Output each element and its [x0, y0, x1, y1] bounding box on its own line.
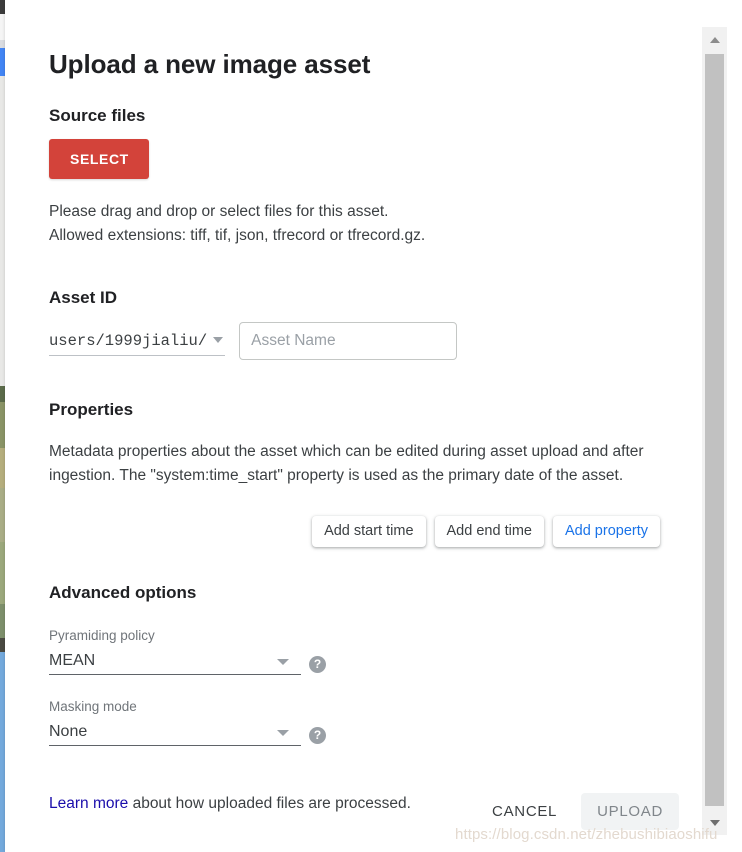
scroll-up-button[interactable] [702, 27, 727, 52]
advanced-options-heading: Advanced options [49, 583, 197, 602]
pyramiding-policy-label: Pyramiding policy [49, 628, 155, 643]
dialog-content: Upload a new image asset Source files SE… [49, 0, 679, 815]
select-files-button[interactable]: SELECT [49, 139, 149, 179]
chevron-down-icon [277, 730, 289, 736]
upload-button[interactable]: UPLOAD [581, 793, 679, 830]
asset-id-prefix-label: users/1999jialiu/ [49, 331, 208, 350]
asset-name-input[interactable] [239, 322, 458, 360]
pyramiding-policy-select[interactable]: MEAN [49, 647, 301, 675]
dialog-actions: CANCEL UPLOAD [5, 793, 702, 830]
vertical-scrollbar[interactable] [697, 0, 742, 852]
help-icon[interactable]: ? [309, 656, 326, 673]
asset-id-prefix-dropdown[interactable]: users/1999jialiu/ [49, 326, 226, 356]
upload-asset-dialog: Upload a new image asset Source files SE… [5, 0, 742, 852]
add-property-button[interactable]: Add property [552, 516, 660, 547]
chevron-down-icon [277, 659, 289, 665]
masking-mode-label: Masking mode [49, 699, 137, 714]
masking-mode-select[interactable]: None [49, 718, 301, 746]
chevron-down-icon [213, 337, 224, 343]
scroll-down-button[interactable] [702, 810, 727, 835]
dialog-scroll-area: Upload a new image asset Source files SE… [5, 0, 702, 852]
chevron-up-icon [709, 36, 720, 43]
source-files-note: Please drag and drop or select files for… [49, 200, 679, 248]
add-start-time-button[interactable]: Add start time [312, 516, 426, 547]
source-files-note-line2: Allowed extensions: tiff, tif, json, tfr… [49, 227, 426, 244]
source-files-heading: Source files [49, 106, 146, 125]
screen: Upload a new image asset Source files SE… [0, 0, 742, 852]
properties-description: Metadata properties about the asset whic… [49, 443, 644, 484]
asset-id-row: users/1999jialiu/ [49, 321, 679, 361]
properties-heading: Properties [49, 400, 134, 419]
source-files-note-line1: Please drag and drop or select files for… [49, 203, 389, 220]
cancel-button[interactable]: CANCEL [478, 793, 571, 830]
add-end-time-button[interactable]: Add end time [434, 516, 544, 547]
chevron-down-icon [709, 819, 720, 826]
properties-button-row: Add start time Add end time Add property [49, 516, 679, 547]
asset-id-heading: Asset ID [49, 288, 118, 307]
masking-mode-value: None [49, 722, 88, 740]
help-icon[interactable]: ? [309, 727, 326, 744]
pyramiding-policy-field: Pyramiding policy MEAN ? [49, 627, 326, 675]
pyramiding-policy-value: MEAN [49, 651, 96, 669]
scrollbar-thumb[interactable] [705, 54, 724, 806]
page-title: Upload a new image asset [49, 49, 371, 79]
masking-mode-field: Masking mode None ? [49, 698, 326, 746]
